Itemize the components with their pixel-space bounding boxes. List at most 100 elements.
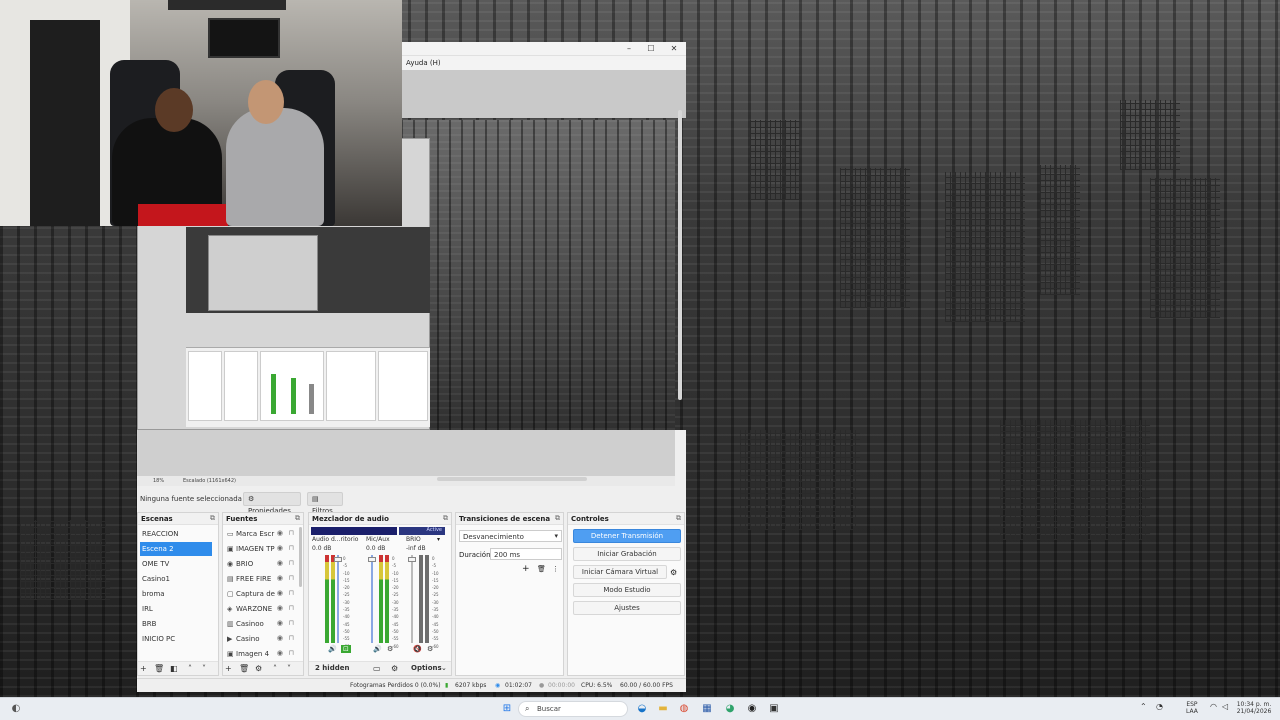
dock-undock-icon[interactable]: ⧉ [555,514,560,523]
scene-item[interactable]: REACCION [140,527,212,541]
source-item[interactable]: ▣ Imagen 4 ◉ ⊓ [225,647,297,661]
lock-icon[interactable]: ⊓ [289,544,294,552]
source-item[interactable]: ▶ Casino ◉ ⊓ [225,632,297,646]
options-button[interactable]: Options [411,664,442,672]
source-item[interactable]: ◈ WARZONE ◉ ⊓ [225,602,297,616]
source-item[interactable]: ▥ Casinoo ◉ ⊓ [225,617,297,631]
lock-icon[interactable]: ⊓ [289,529,294,537]
preview-horizontal-scrollbar[interactable] [437,477,587,481]
eye-icon[interactable]: ◉ [277,619,283,627]
lock-icon[interactable]: ⊓ [289,619,294,627]
volume-slider[interactable] [337,555,339,643]
preview-zoom[interactable]: 18% [153,478,164,484]
eye-icon[interactable]: ◉ [277,604,283,612]
scene-item[interactable]: OME TV [140,557,212,571]
minimize-button[interactable]: – [620,43,638,55]
source-item[interactable]: ▢ Captura de ◉ ⊓ [225,587,297,601]
eye-icon[interactable]: ◉ [277,559,283,567]
gear-icon[interactable]: ⚙ [255,664,262,673]
clock[interactable]: 10:34 p. m. 21/04/2026 [1236,701,1272,715]
lock-icon[interactable]: ⊓ [289,574,294,582]
menu-help[interactable]: Ayuda (H) [406,59,441,67]
volume-slider[interactable] [411,555,413,643]
source-item[interactable]: ▣ IMAGEN TP ◉ ⊓ [225,542,297,556]
volume-knob[interactable] [334,557,342,562]
scene-item[interactable]: INICIO PC [140,632,212,646]
dock-undock-icon[interactable]: ⧉ [295,514,300,523]
layout-icon[interactable]: ▭ [373,664,381,673]
transition-select[interactable]: Desvanecimiento ▾ [459,530,562,542]
lock-icon[interactable]: ⊓ [289,634,294,642]
gear-icon[interactable]: ⚙ [670,568,677,577]
more-icon[interactable]: ⋮ [552,565,559,573]
add-icon[interactable]: + [225,664,232,673]
monitor-icon[interactable]: ⊡ [341,645,351,653]
volume-slider[interactable] [371,555,373,643]
preview-vertical-scrollbar[interactable] [678,110,682,400]
eye-icon[interactable]: ◉ [277,574,283,582]
filters-button[interactable]: ▤ Filtros [307,492,343,515]
eye-icon[interactable]: ◉ [277,634,283,642]
volume-knob[interactable] [368,557,376,562]
source-item[interactable]: ◉ BRIO ◉ ⊓ [225,557,297,571]
dock-undock-icon[interactable]: ⧉ [210,514,215,523]
add-icon[interactable]: + [522,564,530,574]
store-icon[interactable]: ▦ [700,702,714,716]
add-icon[interactable]: + [140,664,147,673]
hidden-count[interactable]: 2 hidden [315,664,349,672]
studio-mode-button[interactable]: Modo Estudio [573,583,681,597]
chevron-down-icon[interactable]: ▾ [437,536,440,543]
gear-icon[interactable]: ⚙ [387,645,393,653]
chevron-up-icon[interactable]: ˄ [273,664,277,673]
eye-icon[interactable]: ◉ [277,589,283,597]
volume-icon[interactable]: ◁ [1222,703,1228,711]
language-indicator[interactable]: ESP LAA [1186,701,1198,715]
gear-icon[interactable]: ⚙ [427,645,433,653]
chevron-up-icon[interactable]: ⌃ [1140,703,1147,711]
trash-icon[interactable]: 🗑 [537,565,546,573]
properties-button[interactable]: ⚙ Propiedades [243,492,301,515]
eye-icon[interactable]: ◉ [277,649,283,657]
obs-icon[interactable]: ◉ [745,702,759,716]
start-virtual-camera-button[interactable]: Iniciar Cámara Virtual [573,565,667,579]
wifi-icon[interactable]: ◠ [1210,703,1217,711]
muted-speaker-icon[interactable]: 🔇 [413,645,422,653]
settings-button[interactable]: Ajustes [573,601,681,615]
start-recording-button[interactable]: Iniciar Grabación [573,547,681,561]
chrome-icon[interactable]: ◍ [677,702,691,716]
file-explorer-icon[interactable]: ▬ [656,702,670,716]
app-icon[interactable]: ◕ [723,702,737,716]
speaker-icon[interactable]: 🔊 [373,645,382,653]
scene-item[interactable]: Escena 2 [140,542,212,556]
speaker-icon[interactable]: 🔊 [328,645,337,653]
scene-item[interactable]: broma [140,587,212,601]
lock-icon[interactable]: ⊓ [289,589,294,597]
dock-undock-icon[interactable]: ⧉ [676,514,681,523]
preview-scale[interactable]: Escalado (1161x642) [183,478,236,484]
volume-knob[interactable] [408,557,416,562]
filter-icon[interactable]: ◧ [170,664,178,673]
scene-item[interactable]: Casino1 [140,572,212,586]
trash-icon[interactable]: 🗑 [154,664,164,673]
network-icon[interactable]: ◔ [1156,703,1163,711]
chevron-down-icon[interactable]: ⌄ [441,664,447,672]
sources-scrollbar[interactable] [299,527,302,587]
gear-icon[interactable]: ⚙ [391,664,398,673]
close-button[interactable]: ✕ [665,43,683,55]
chevron-up-icon[interactable]: ˄ [188,664,192,673]
terminal-icon[interactable]: ▣ [767,702,781,716]
edge-icon[interactable]: ◒ [635,702,649,716]
lock-icon[interactable]: ⊓ [289,604,294,612]
scene-item[interactable]: IRL [140,602,212,616]
taskbar-search[interactable]: ⌕ Buscar [518,701,628,717]
windows-start-icon[interactable]: ⊞ [500,702,514,716]
source-item[interactable]: ▭ Marca Escr ◉ ⊓ [225,527,297,541]
lock-icon[interactable]: ⊓ [289,649,294,657]
source-item[interactable]: ▤ FREE FIRE ◉ ⊓ [225,572,297,586]
eye-icon[interactable]: ◉ [277,529,283,537]
maximize-button[interactable]: ☐ [642,43,660,55]
chevron-down-icon[interactable]: ˅ [287,664,291,673]
lock-icon[interactable]: ⊓ [289,559,294,567]
stop-stream-button[interactable]: Detener Transmisión [573,529,681,543]
chevron-down-icon[interactable]: ˅ [202,664,206,673]
